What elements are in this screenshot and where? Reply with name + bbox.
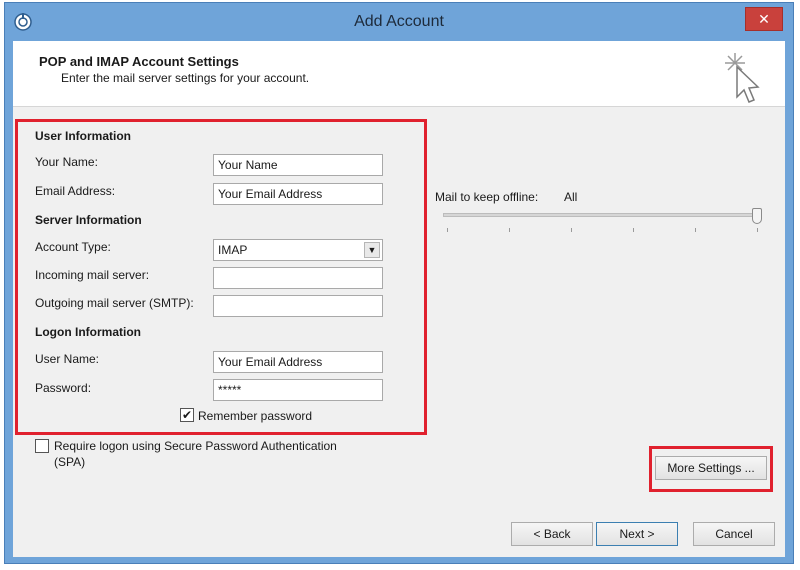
slider-tick [571,228,572,232]
outgoing-server-field[interactable] [213,295,383,317]
chevron-down-icon[interactable]: ▼ [364,242,380,258]
slider-tick [447,228,448,232]
more-settings-button[interactable]: More Settings ... [655,456,767,480]
remember-password-label[interactable]: Remember password [198,409,312,423]
dialog-header: POP and IMAP Account Settings Enter the … [13,41,785,107]
mail-offline-slider-track[interactable] [443,213,761,217]
your-name-label: Your Name: [35,155,98,169]
user-name-field[interactable]: Your Email Address [213,351,383,373]
spa-label-line2[interactable]: (SPA) [54,455,85,469]
account-type-select[interactable]: IMAP ▼ [213,239,383,261]
server-information-heading: Server Information [35,213,142,227]
next-button[interactable]: Next > [596,522,678,546]
remember-password-checkbox[interactable]: ✔ [180,408,194,422]
user-name-label: User Name: [35,352,100,366]
window-title: Add Account [354,13,444,30]
account-type-value: IMAP [218,243,248,257]
account-type-label: Account Type: [35,240,111,254]
cursor-sparkle-icon [725,53,760,103]
your-name-field[interactable]: Your Name [213,154,383,176]
password-field[interactable]: ***** [213,379,383,401]
close-button[interactable]: ✕ [745,7,783,31]
slider-tick [757,228,758,232]
close-icon: ✕ [758,10,770,27]
spa-label-line1[interactable]: Require logon using Secure Password Auth… [54,439,337,453]
outgoing-server-label: Outgoing mail server (SMTP): [35,296,194,310]
cancel-button[interactable]: Cancel [693,522,775,546]
title-bar[interactable]: Add Account ✕ [5,3,793,41]
header-title: POP and IMAP Account Settings [39,54,239,69]
mail-offline-label: Mail to keep offline: [435,190,539,204]
incoming-server-label: Incoming mail server: [35,268,150,282]
logon-information-heading: Logon Information [35,325,141,339]
slider-tick [695,228,696,232]
email-address-label: Email Address: [35,184,116,198]
password-label: Password: [35,381,92,395]
back-button[interactable]: < Back [511,522,593,546]
add-account-window: Add Account ✕ POP and IMAP Account Setti… [4,2,794,564]
mail-offline-value: All [564,190,578,204]
dialog-body: POP and IMAP Account Settings Enter the … [13,41,785,557]
slider-tick [509,228,510,232]
spa-checkbox[interactable] [35,439,49,453]
user-information-heading: User Information [35,129,132,143]
slider-tick [633,228,634,232]
email-address-field[interactable]: Your Email Address [213,183,383,205]
header-subtitle: Enter the mail server settings for your … [61,71,310,85]
mail-offline-slider-thumb[interactable] [752,208,762,224]
incoming-server-field[interactable] [213,267,383,289]
checkmark-icon: ✔ [181,408,193,422]
